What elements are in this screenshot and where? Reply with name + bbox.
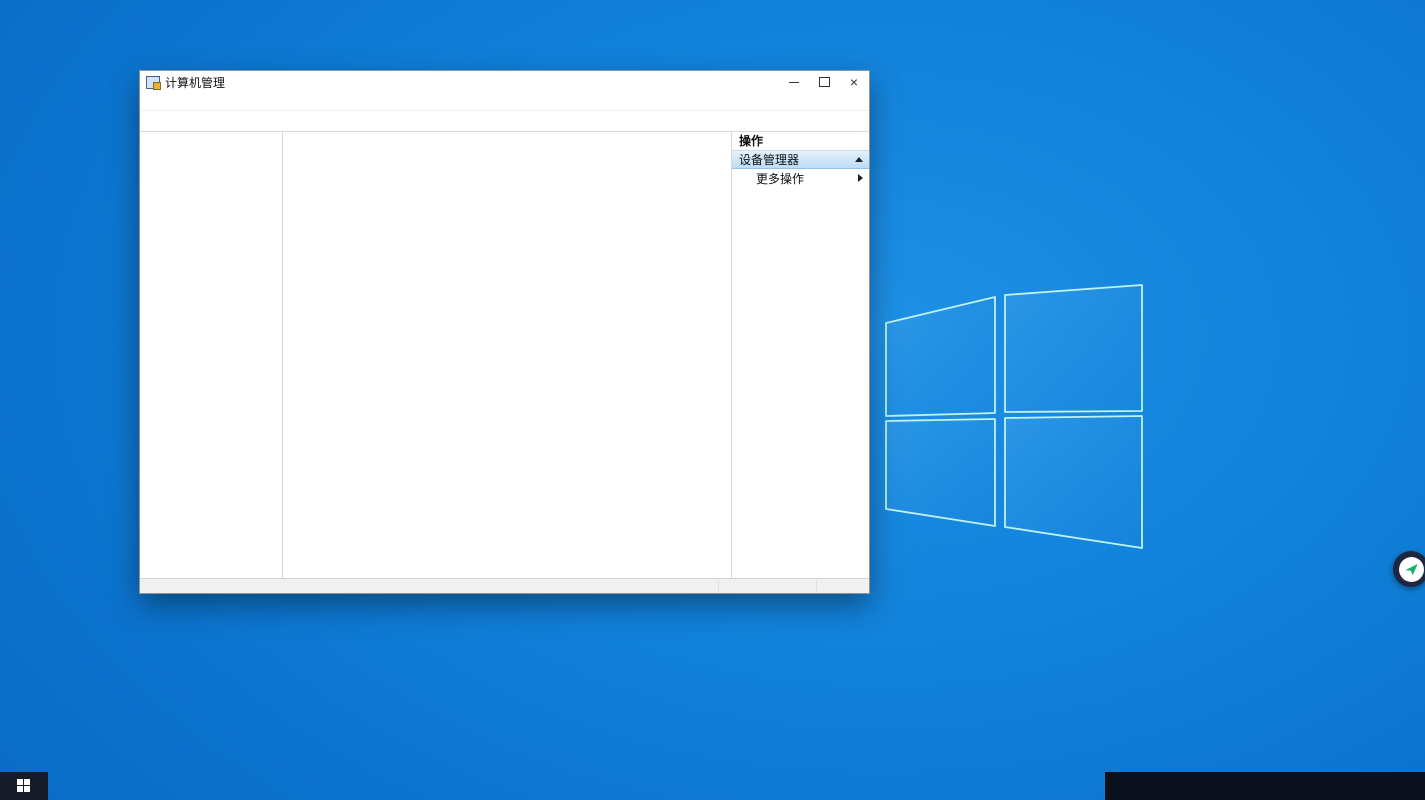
menu-bar (140, 93, 869, 111)
console-tree-pane (140, 132, 283, 578)
wallpaper-windows-logo (885, 283, 1144, 551)
start-button[interactable] (0, 772, 48, 800)
status-bar (140, 578, 869, 593)
actions-group-device-manager[interactable]: 设备管理器 (732, 151, 869, 169)
raylink-ball-icon (1399, 557, 1424, 582)
toolbar (140, 111, 869, 132)
raylink-floating-ball[interactable] (1393, 551, 1425, 587)
maximize-button[interactable] (809, 71, 839, 93)
close-button[interactable]: × (839, 71, 869, 93)
actions-header: 操作 (732, 132, 869, 151)
submenu-arrow-icon (858, 174, 863, 182)
actions-group-label: 设备管理器 (739, 151, 799, 168)
window-content: 操作 设备管理器 更多操作 (140, 132, 869, 578)
more-actions-label: 更多操作 (756, 170, 804, 187)
device-tree-pane (283, 132, 731, 578)
more-actions-item[interactable]: 更多操作 (732, 169, 869, 187)
window-title: 计算机管理 (165, 74, 779, 91)
actions-pane: 操作 设备管理器 更多操作 (731, 132, 869, 578)
computer-management-icon (146, 76, 160, 89)
desktop: { "colors": { "desktop_accent": "#1486df… (0, 0, 1425, 800)
title-bar[interactable]: 计算机管理 × (140, 71, 869, 93)
computer-management-window: 计算机管理 × 操作 设备管理器 更多操作 (139, 70, 870, 594)
statusbar-divider (816, 581, 817, 591)
minimize-button[interactable] (779, 71, 809, 93)
collapse-icon[interactable] (855, 157, 863, 162)
windows-logo-icon (17, 779, 31, 793)
system-tray (1105, 772, 1425, 800)
statusbar-divider (718, 581, 719, 591)
